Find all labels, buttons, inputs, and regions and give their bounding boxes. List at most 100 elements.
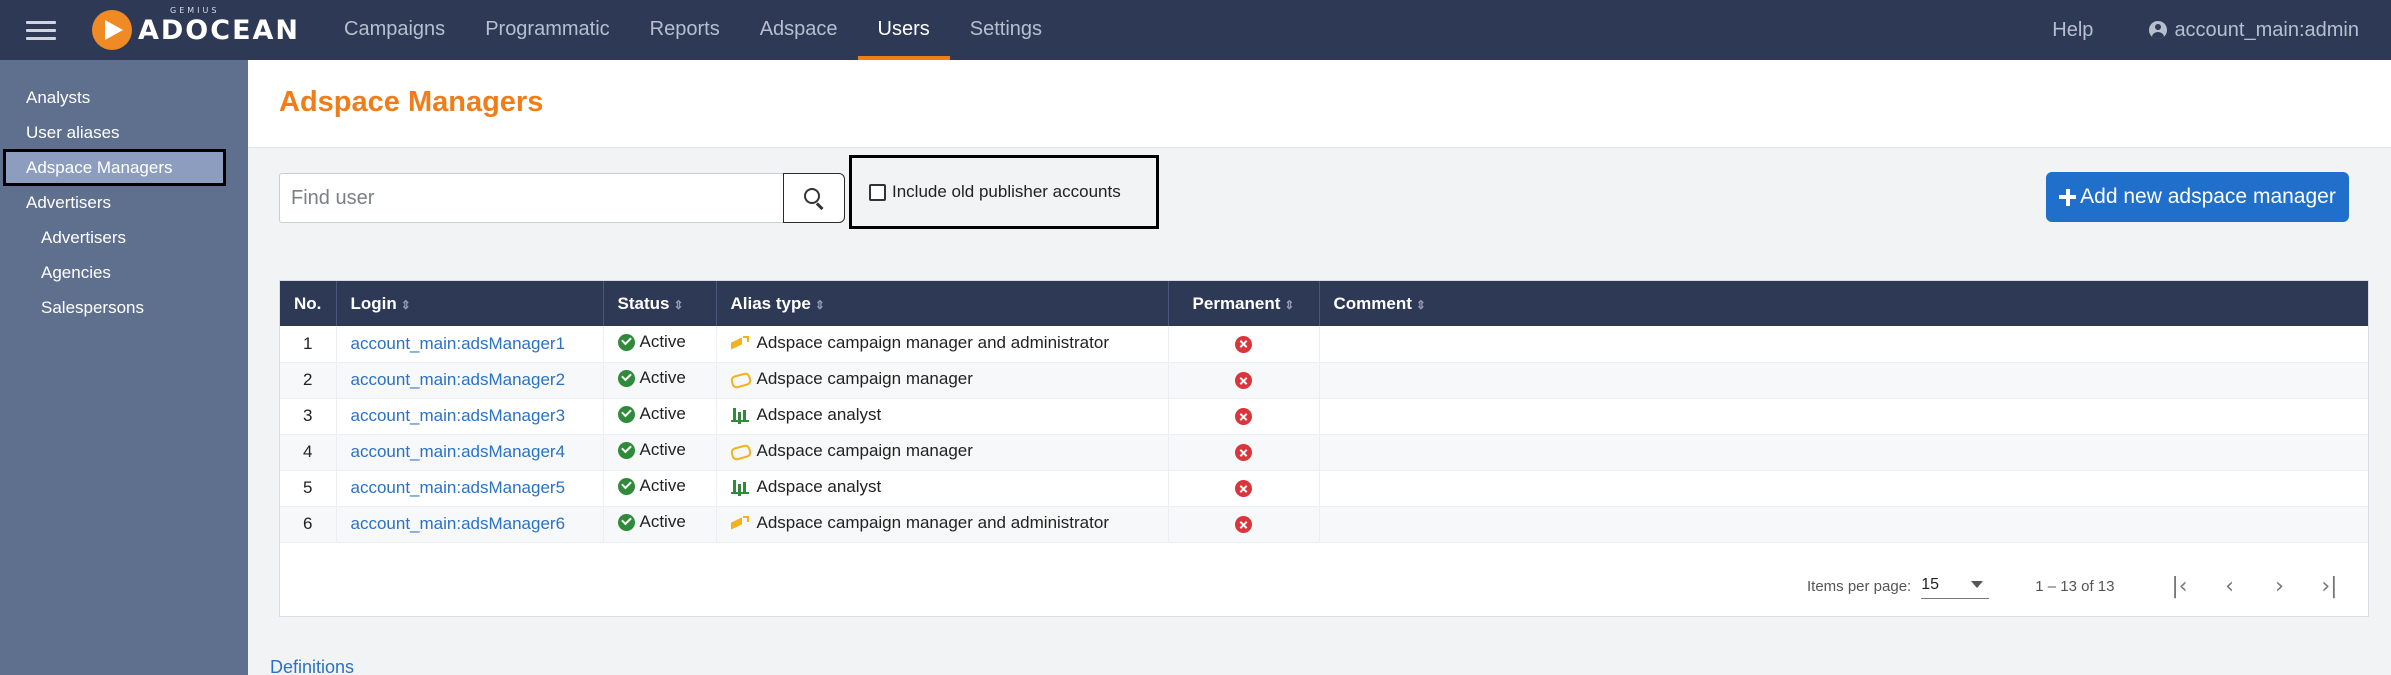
next-page-button[interactable]: ›	[2254, 568, 2304, 604]
sidebar-item-advertisers[interactable]: Advertisers	[0, 220, 248, 255]
not-permanent-x-icon	[1235, 335, 1252, 353]
header-login[interactable]: Login ⇕	[336, 281, 604, 326]
account-menu[interactable]: account_main:admin	[2149, 19, 2359, 42]
alias-type-text: Adspace analyst	[756, 405, 882, 424]
alias-type-text: Adspace campaign manager	[756, 369, 973, 388]
add-button-label: Add new adspace manager	[2080, 185, 2336, 208]
user-circle-icon	[2149, 21, 2168, 39]
status-text: Active	[639, 368, 686, 388]
include-old-accounts-label: Include old publisher accounts	[892, 182, 1121, 201]
login-cell: account_main:adsManager2	[336, 362, 604, 398]
add-adspace-manager-button[interactable]: Add new adspace manager	[2046, 172, 2349, 222]
previous-page-button[interactable]: ‹	[2204, 568, 2254, 604]
nav-users[interactable]: Users	[857, 0, 950, 60]
items-per-page-label: Items per page:	[1807, 577, 1912, 595]
login-cell: account_main:adsManager3	[336, 398, 604, 434]
header-comment[interactable]: Comment ⇕	[1319, 281, 2368, 326]
login-link[interactable]: account_main:adsManager1	[351, 334, 566, 353]
include-old-accounts-option[interactable]: Include old publisher accounts	[849, 155, 1159, 229]
permanent-cell	[1168, 398, 1320, 434]
sort-icon: ⇕	[1284, 297, 1295, 312]
active-status-icon	[617, 369, 635, 387]
status-text: Active	[639, 404, 686, 424]
sidebar-item-agencies[interactable]: Agencies	[0, 255, 248, 290]
nav-reports[interactable]: Reports	[630, 0, 740, 60]
login-link[interactable]: account_main:adsManager3	[351, 406, 566, 425]
nav-programmatic[interactable]: Programmatic	[465, 0, 629, 60]
nav-adspace[interactable]: Adspace	[740, 0, 858, 60]
hamburger-menu-icon[interactable]	[26, 20, 56, 40]
status-cell: Active	[603, 470, 717, 506]
chevron-left-icon: ‹	[2225, 573, 2234, 599]
header-no: No.	[280, 281, 337, 326]
row-number: 6	[280, 506, 337, 542]
ticket-icon	[731, 372, 749, 386]
caret-down-icon	[1971, 581, 1984, 588]
nav-campaigns[interactable]: Campaigns	[324, 0, 465, 60]
megaphone-icon	[731, 516, 749, 530]
permanent-cell	[1168, 326, 1320, 362]
login-link[interactable]: account_main:adsManager4	[351, 442, 566, 461]
login-link[interactable]: account_main:adsManager2	[351, 370, 566, 389]
sidebar-item-analysts[interactable]: Analysts	[0, 80, 248, 115]
include-old-accounts-checkbox[interactable]	[869, 183, 886, 201]
status-cell: Active	[603, 434, 717, 470]
sidebar-item-advertisers-group[interactable]: Advertisers	[0, 185, 248, 220]
permanent-cell	[1168, 362, 1320, 398]
active-status-icon	[617, 477, 635, 495]
megaphone-icon	[731, 335, 749, 350]
chevron-right-icon: ›	[2275, 573, 2284, 599]
alias-type-cell: Adspace campaign manager	[716, 362, 1169, 398]
paginator: Items per page: 15 1 – 13 of 13 |‹ ‹ › ›…	[1807, 566, 2354, 606]
last-page-button[interactable]: ›|	[2304, 568, 2354, 604]
logo-text: ADOCEAN GEMIUS	[138, 5, 301, 46]
not-permanent-x-icon	[1235, 516, 1252, 534]
comment-cell	[1319, 470, 2368, 506]
sidebar-item-salespersons[interactable]: Salespersons	[0, 290, 248, 325]
search-button[interactable]	[783, 173, 845, 223]
find-user-input[interactable]	[279, 173, 783, 223]
top-navigation-bar: ADOCEAN GEMIUS Campaigns Programmatic Rep…	[0, 0, 2391, 60]
sidebar-item-adspace-managers[interactable]: Adspace Managers	[3, 149, 226, 186]
active-status-icon	[617, 405, 635, 423]
adocean-logo-icon	[92, 10, 132, 50]
table-row: 6 account_main:adsManager6 Active Adspace c…	[280, 506, 2368, 542]
nav-settings[interactable]: Settings	[950, 0, 1062, 60]
header-permanent[interactable]: Permanent ⇕	[1168, 281, 1320, 326]
sort-icon: ⇕	[400, 297, 411, 312]
status-text: Active	[639, 440, 686, 460]
header-alias-type[interactable]: Alias type ⇕	[716, 281, 1169, 326]
login-cell: account_main:adsManager4	[336, 434, 604, 470]
table-row: 2 account_main:adsManager2 Active Adspace c…	[280, 362, 2368, 398]
not-permanent-x-icon	[1235, 480, 1252, 498]
alias-type-cell: Adspace campaign manager and administrat…	[716, 506, 1169, 542]
active-status-icon	[617, 441, 635, 459]
page-title: Adspace Managers	[279, 86, 544, 118]
alias-type-cell: Adspace campaign manager	[716, 434, 1169, 470]
not-permanent-x-icon	[1235, 408, 1252, 426]
adocean-logo[interactable]: ADOCEAN GEMIUS	[92, 5, 301, 50]
chart-icon	[730, 408, 749, 422]
sidebar-item-user-aliases[interactable]: User aliases	[0, 115, 248, 150]
table-row: 3 account_main:adsManager3 Active Adspace a…	[280, 398, 2368, 434]
not-permanent-x-icon	[1235, 372, 1252, 390]
login-cell: account_main:adsManager6	[336, 506, 604, 542]
definitions-link[interactable]: Definitions	[270, 657, 354, 675]
filter-toolbar: Include old publisher accounts Add new a…	[248, 148, 2391, 250]
comment-cell	[1319, 326, 2368, 362]
alias-type-text: Adspace analyst	[756, 477, 882, 496]
permanent-cell	[1168, 434, 1320, 470]
main-nav: Campaigns Programmatic Reports Adspace U…	[324, 0, 1062, 60]
status-cell: Active	[603, 362, 717, 398]
first-page-button[interactable]: |‹	[2154, 568, 2204, 604]
active-status-icon	[617, 333, 635, 351]
items-per-page-select[interactable]: 15	[1921, 574, 1990, 599]
alias-type-cell: Adspace analyst	[716, 398, 1169, 434]
sidebar: Analysts User aliases Adspace Managers A…	[0, 60, 248, 675]
table-row: 5 account_main:adsManager5 Active Adspace a…	[280, 470, 2368, 506]
login-link[interactable]: account_main:adsManager6	[351, 514, 566, 533]
header-status[interactable]: Status ⇕	[603, 281, 717, 326]
login-link[interactable]: account_main:adsManager5	[351, 478, 566, 497]
help-link[interactable]: Help	[2052, 19, 2093, 42]
comment-cell	[1319, 362, 2368, 398]
